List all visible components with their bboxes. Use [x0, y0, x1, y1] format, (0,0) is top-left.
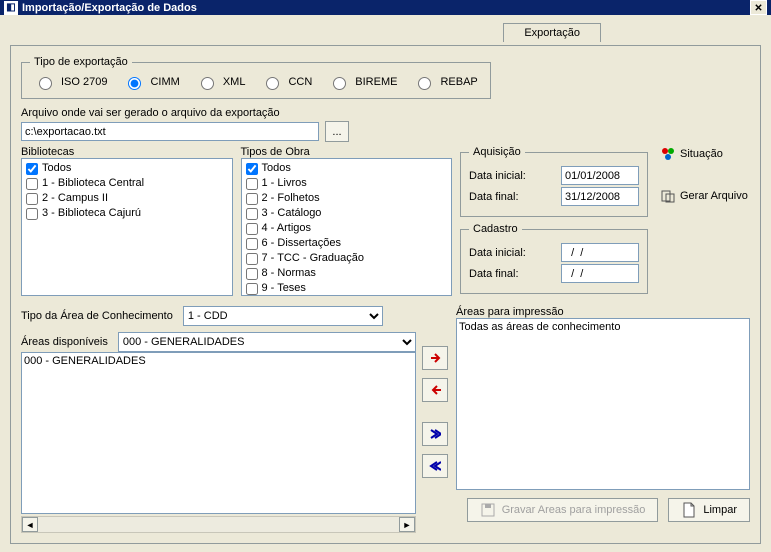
arrow-right-icon [429, 352, 441, 364]
aq-data-inicial-input[interactable] [561, 166, 639, 185]
list-item[interactable]: Todos [244, 161, 450, 176]
gravar-areas-button[interactable]: Gravar Areas para impressão [467, 498, 659, 522]
bibliotecas-label: Bibliotecas [21, 146, 233, 158]
export-type-legend: Tipo de exportação [30, 56, 132, 68]
scroll-right-icon[interactable]: ► [399, 517, 415, 532]
export-type-radio[interactable]: ISO 2709 [34, 74, 107, 90]
cad-data-inicial-input[interactable] [561, 243, 639, 262]
double-arrow-left-icon [429, 460, 441, 472]
list-item[interactable]: 9 - Teses [244, 281, 450, 296]
bibliotecas-list[interactable]: Todos1 - Biblioteca Central2 - Campus II… [21, 158, 233, 296]
file-path-input[interactable] [21, 122, 319, 141]
remove-one-button[interactable] [422, 378, 448, 402]
situacao-button[interactable]: Situação [660, 146, 750, 162]
areas-disponiveis-select[interactable]: 000 - GENERALIDADES [118, 332, 416, 352]
list-item[interactable]: 7 - TCC - Graduação [244, 251, 450, 266]
export-type-radio[interactable]: REBAP [413, 74, 477, 90]
export-type-radio[interactable]: CIMM [123, 74, 179, 90]
browse-button[interactable]: ... [325, 121, 349, 142]
tipo-area-select[interactable]: 1 - CDD [183, 306, 383, 326]
tipo-area-label: Tipo da Área de Conhecimento [21, 310, 173, 322]
remove-all-button[interactable] [422, 454, 448, 478]
list-item[interactable]: Todos [24, 161, 230, 176]
list-item[interactable]: 4 - Artigos [244, 221, 450, 236]
list-item[interactable]: 6 - Dissertações [244, 236, 450, 251]
tipos-obra-label: Tipos de Obra [241, 146, 453, 158]
hscroll[interactable]: ◄ ► [21, 516, 416, 533]
aq-data-final-input[interactable] [561, 187, 639, 206]
gerar-icon [660, 188, 676, 204]
aq-data-inicial-label: Data inicial: [469, 170, 526, 182]
close-button[interactable]: ✕ [750, 0, 767, 15]
window-title: Importação/Exportação de Dados [22, 2, 197, 14]
export-type-radio[interactable]: XML [196, 74, 246, 90]
list-item[interactable]: 1 - Livros [244, 176, 450, 191]
app-icon: ◧ [4, 1, 18, 15]
cad-data-inicial-label: Data inicial: [469, 247, 526, 259]
export-type-radio[interactable]: CCN [261, 74, 312, 90]
scroll-left-icon[interactable]: ◄ [22, 517, 38, 532]
titlebar: ◧ Importação/Exportação de Dados ✕ [0, 0, 771, 15]
list-item[interactable]: 000 - GENERALIDADES [24, 355, 413, 367]
cadastro-legend: Cadastro [469, 223, 522, 235]
list-item[interactable]: 8 - Normas [244, 266, 450, 281]
situacao-icon [660, 146, 676, 162]
add-one-button[interactable] [422, 346, 448, 370]
list-item[interactable]: 3 - Catálogo [244, 206, 450, 221]
arrow-left-icon [429, 384, 441, 396]
areas-impressao-list[interactable]: Todas as áreas de conhecimento [456, 318, 750, 490]
list-item[interactable]: 1 - Biblioteca Central [24, 176, 230, 191]
limpar-button[interactable]: Limpar [668, 498, 750, 522]
file-label: Arquivo onde vai ser gerado o arquivo da… [21, 107, 750, 119]
aquisicao-legend: Aquisição [469, 146, 525, 158]
aq-data-final-label: Data final: [469, 191, 519, 203]
areas-impressao-label: Áreas para impressão [456, 306, 750, 318]
cad-data-final-input[interactable] [561, 264, 639, 283]
cad-data-final-label: Data final: [469, 268, 519, 280]
list-item[interactable]: 3 - Biblioteca Cajurú [24, 206, 230, 221]
double-arrow-right-icon [429, 428, 441, 440]
new-doc-icon [681, 502, 697, 518]
list-item[interactable]: 2 - Campus II [24, 191, 230, 206]
impressao-text: Todas as áreas de conhecimento [459, 321, 747, 333]
areas-disponiveis-label: Áreas disponíveis [21, 336, 108, 348]
export-type-radio[interactable]: BIREME [328, 74, 397, 90]
tab-exportacao[interactable]: Exportação [503, 23, 601, 42]
save-icon [480, 502, 496, 518]
add-all-button[interactable] [422, 422, 448, 446]
list-item[interactable]: 2 - Folhetos [244, 191, 450, 206]
tipos-obra-list[interactable]: Todos1 - Livros2 - Folhetos3 - Catálogo4… [241, 158, 453, 296]
gerar-arquivo-button[interactable]: Gerar Arquivo [660, 188, 750, 204]
areas-disponiveis-list[interactable]: 000 - GENERALIDADES [21, 352, 416, 514]
